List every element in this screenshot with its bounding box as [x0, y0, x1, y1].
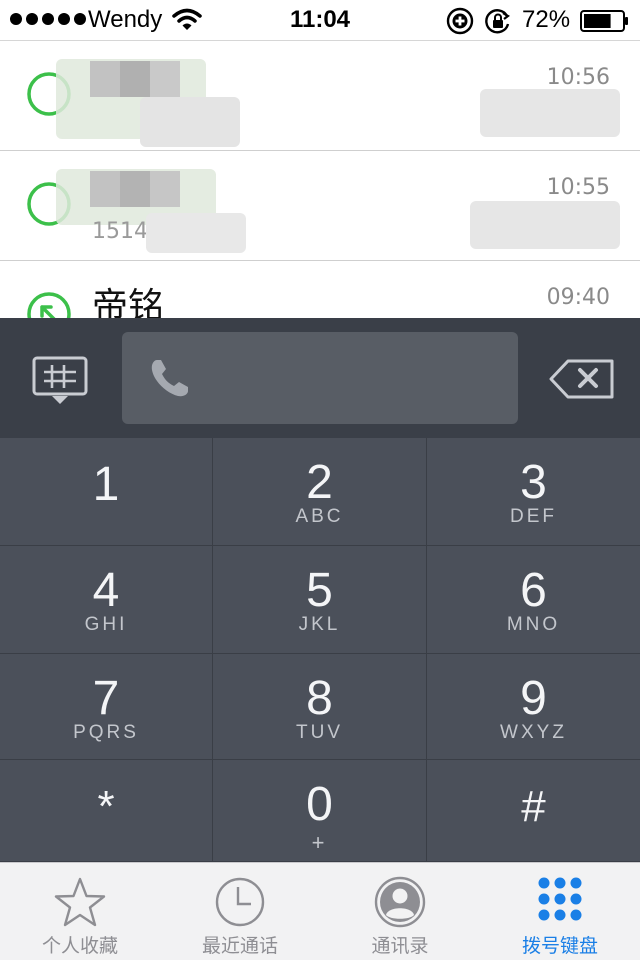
key-letters: MNO: [506, 614, 561, 635]
key-star[interactable]: *: [0, 760, 213, 862]
recent-call-row[interactable]: 1514 10:55: [0, 151, 640, 261]
tab-label: 通讯录: [371, 935, 429, 957]
key-digit: 4: [92, 564, 120, 617]
key-0[interactable]: 0 +: [213, 760, 427, 862]
key-9[interactable]: 9 WXYZ: [427, 654, 640, 760]
key-digit: 8: [306, 672, 333, 725]
tab-favorites[interactable]: 个人收藏: [0, 863, 160, 960]
recent-call-number: 1514: [92, 219, 148, 244]
key-digit: 1: [92, 458, 120, 511]
status-bar: Wendy 11:04 72%: [0, 0, 640, 40]
phone-icon: [151, 360, 188, 397]
key-8[interactable]: 8 TUV: [213, 654, 427, 760]
recent-call-time: 10:56: [546, 65, 610, 90]
key-digit: 0: [306, 778, 333, 831]
key-digit: 6: [520, 564, 547, 617]
redacted-name: [90, 61, 180, 97]
tab-recents[interactable]: 最近通话: [160, 863, 320, 960]
key-1[interactable]: 1: [0, 438, 213, 546]
recent-call-row[interactable]: 帝铭 09:40: [0, 261, 640, 319]
keypad-grid-icon[interactable]: [30, 356, 92, 408]
outgoing-call-icon: [27, 292, 71, 319]
tab-contacts[interactable]: 通讯录: [320, 863, 480, 960]
key-letters: TUV: [296, 722, 343, 743]
keypad-dots-icon: [538, 877, 582, 921]
key-4[interactable]: 4 GHI: [0, 546, 213, 654]
redacted-area: [140, 97, 240, 147]
tab-label: 最近通话: [201, 935, 278, 957]
key-2[interactable]: 2 ABC: [213, 438, 427, 546]
redacted-area: [146, 213, 246, 253]
redacted-area: [480, 89, 620, 137]
key-letters: PQRS: [73, 722, 139, 743]
phone-number-field[interactable]: [122, 332, 518, 424]
redacted-name: [90, 171, 180, 207]
key-digit: #: [521, 782, 546, 831]
recent-call-time: 09:40: [546, 285, 610, 310]
star-icon: [54, 877, 106, 927]
tab-label: 个人收藏: [41, 935, 118, 957]
key-6[interactable]: 6 MNO: [427, 546, 640, 654]
recent-call-row[interactable]: 10:56: [0, 41, 640, 151]
key-letters: ABC: [295, 506, 344, 527]
key-3[interactable]: 3 DEF: [427, 438, 640, 546]
battery-percent: 72%: [522, 6, 571, 33]
clock-icon: [215, 877, 265, 927]
backspace-icon[interactable]: [548, 358, 616, 400]
contact-icon: [374, 876, 426, 928]
key-digit: 3: [520, 456, 547, 509]
recent-calls-list[interactable]: 10:56 1514 10:55 帝铭 09:40: [0, 40, 640, 319]
key-letters: DEF: [510, 506, 557, 527]
key-digit: 7: [92, 672, 120, 725]
key-7[interactable]: 7 PQRS: [0, 654, 213, 760]
tab-label: 拨号键盘: [521, 935, 598, 957]
dial-input-bar: [0, 318, 640, 438]
key-digit: 9: [520, 672, 547, 725]
key-letters: +: [311, 830, 328, 855]
location-plus-icon: [446, 7, 474, 35]
rotation-lock-icon: [485, 9, 510, 34]
recent-call-time: 10:55: [546, 175, 610, 200]
key-letters: WXYZ: [500, 722, 567, 743]
redacted-area: [470, 201, 620, 249]
dial-keypad: 1 2 ABC 3 DEF 4 GHI 5 JKL 6 MNO 7 PQRS 8 TUV 9 WXYZ * 0 + #: [0, 438, 640, 862]
key-digit: 5: [306, 564, 333, 617]
key-5[interactable]: 5 JKL: [213, 546, 427, 654]
key-letters: JKL: [298, 614, 341, 635]
key-hash[interactable]: #: [427, 760, 640, 862]
key-digit: *: [97, 782, 115, 831]
phone-screen: Wendy 11:04 72% 10:56 1514 10:55 帝铭 09:4…: [0, 0, 640, 960]
recent-call-name: 帝铭: [92, 286, 165, 319]
tab-keypad[interactable]: 拨号键盘: [480, 863, 640, 960]
key-letters: GHI: [84, 614, 128, 635]
battery-icon: [580, 10, 628, 32]
tab-bar: 个人收藏 最近通话 通讯录 拨号键盘: [0, 862, 640, 960]
key-digit: 2: [306, 456, 333, 509]
